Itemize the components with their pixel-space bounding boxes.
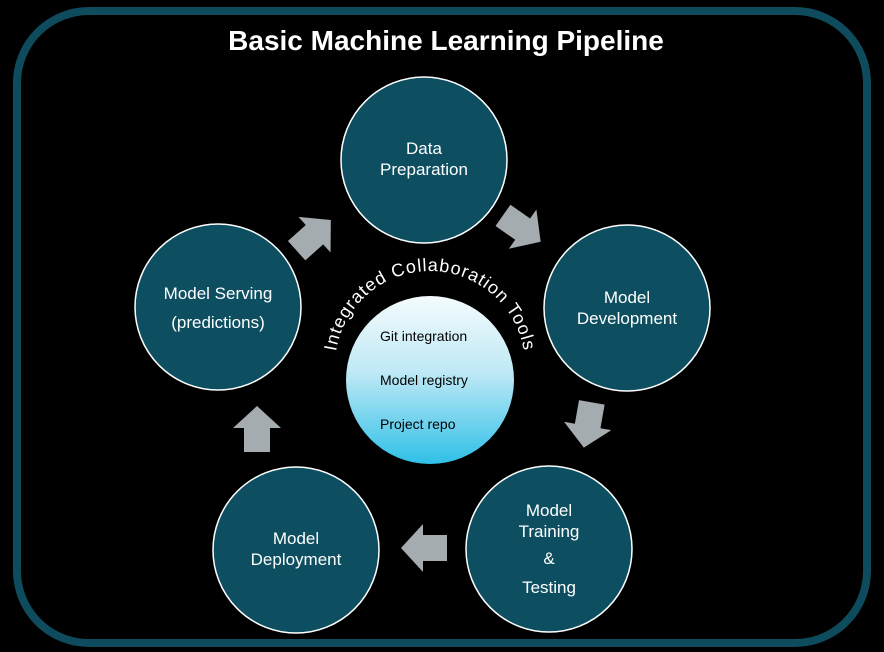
collaboration-hub: Integrated Collaboration Tools Git integ… — [320, 255, 539, 464]
chevron-arrow-icon — [233, 406, 281, 452]
stage-label-line: Preparation — [380, 160, 468, 179]
stage-model-training-testing: Model Training & Testing — [465, 465, 633, 633]
hub-item-registry: Model registry — [380, 372, 468, 388]
chevron-arrow-icon — [495, 204, 541, 249]
stage-label-line: & — [543, 549, 555, 568]
stage-label-line: Training — [519, 522, 580, 541]
stage-label-line: Testing — [522, 578, 576, 597]
stage-label-line: Deployment — [251, 550, 342, 569]
stage-label-line: Development — [577, 309, 677, 328]
stage-circle — [543, 224, 711, 392]
hub-item-repo: Project repo — [380, 416, 456, 432]
chevron-arrow-icon — [401, 524, 447, 572]
stage-label-line: Model — [526, 501, 572, 520]
hub-item-git: Git integration — [380, 328, 467, 344]
stage-data-preparation: Data Preparation — [340, 76, 508, 244]
stage-label-line: Model Serving — [164, 284, 273, 303]
chevron-arrow-icon — [564, 400, 612, 448]
stage-label-line: Data — [406, 139, 442, 158]
diagram-frame: Basic Machine Learning Pipeline Data Prep… — [0, 0, 884, 652]
stage-model-deployment: Model Deployment — [212, 466, 380, 634]
chevron-arrow-icon — [287, 216, 331, 261]
stage-model-development: Model Development — [543, 224, 711, 392]
stage-label-line: Model — [604, 288, 650, 307]
stage-label-line: Model — [273, 529, 319, 548]
stage-label-line: (predictions) — [171, 313, 265, 332]
pipeline-diagram: Basic Machine Learning Pipeline Data Prep… — [13, 7, 871, 647]
stage-circle — [134, 223, 302, 391]
diagram-title: Basic Machine Learning Pipeline — [228, 25, 664, 56]
stage-model-serving: Model Serving (predictions) — [134, 223, 302, 391]
